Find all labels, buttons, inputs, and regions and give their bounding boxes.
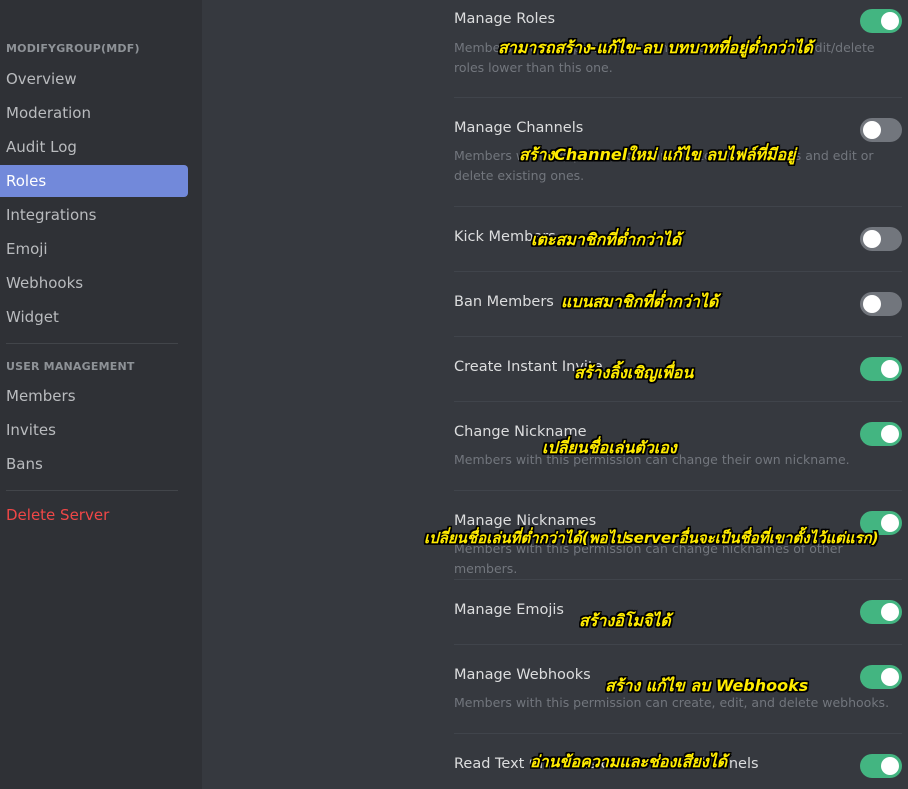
sidebar-divider [6,490,178,491]
row-divider [454,336,902,337]
delete-server-button[interactable]: Delete Server [0,499,188,531]
annotation-read-text-channels: อ่านข้อความและช่องเสียงได้ [530,752,728,771]
toggle-knob [881,12,899,30]
row-divider [454,644,902,645]
annotation-manage-webhooks: สร้าง แก้ไข ลบ Webhooks [605,676,809,695]
toggle-knob [881,360,899,378]
row-divider [454,579,902,580]
row-divider [454,401,902,402]
sidebar-item-members[interactable]: Members [0,380,188,412]
sidebar-item-bans[interactable]: Bans [0,448,188,480]
toggle-knob [881,757,899,775]
toggle-manage-emojis[interactable] [860,600,902,624]
permission-title-manage-channels: Manage Channels [454,120,584,136]
toggle-ban-members[interactable] [860,292,902,316]
toggle-knob [863,121,881,139]
sidebar-item-widget[interactable]: Widget [0,301,188,333]
annotation-manage-roles: สามารถสร้าง-แก้ไข-ลบ บทบาทที่อยู่ต่ำกว่า… [498,38,813,57]
toggle-knob [881,603,899,621]
toggle-knob [881,514,899,532]
row-divider [454,271,902,272]
toggle-manage-channels[interactable] [860,118,902,142]
annotation-manage-nicknames: เปลี่ยนชื่อเล่นที่ต่ำกว่าได้(พอไปserverอ… [424,529,879,547]
sidebar-item-webhooks[interactable]: Webhooks [0,267,188,299]
annotation-manage-channels: สร้างChannelใหม่ แก้ไข ลบไฟล์ที่มีอยู่ [519,145,796,164]
settings-sidebar: MODIFYGROUP(MDF) Overview Moderation Aud… [0,0,202,789]
toggle-create-instant-invite[interactable] [860,357,902,381]
annotation-create-instant-invite: สร้างลิ้งเชิญเพื่อน [574,363,694,382]
toggle-change-nickname[interactable] [860,422,902,446]
toggle-read-text-channels[interactable] [860,754,902,778]
permission-title-manage-emojis: Manage Emojis [454,602,564,618]
annotation-change-nickname: เปลี่ยนชื่อเล่นตัวเอง [542,438,677,457]
toggle-manage-roles[interactable] [860,9,902,33]
toggle-manage-webhooks[interactable] [860,665,902,689]
sidebar-item-integrations[interactable]: Integrations [0,199,188,231]
sidebar-item-emoji[interactable]: Emoji [0,233,188,265]
sidebar-divider [6,343,178,344]
toggle-knob [881,425,899,443]
toggle-knob [881,668,899,686]
sidebar-item-audit-log[interactable]: Audit Log [0,131,188,163]
server-section-header: MODIFYGROUP(MDF) [6,42,140,55]
row-divider [454,206,902,207]
toggle-kick-members[interactable] [860,227,902,251]
toggle-knob [863,295,881,313]
annotation-kick-members: เตะสมาชิกที่ต่ำกว่าได้ [531,230,682,249]
row-divider [454,733,902,734]
permission-title-manage-roles: Manage Roles [454,11,556,27]
sidebar-item-overview[interactable]: Overview [0,63,188,95]
row-divider [454,490,902,491]
row-divider [454,97,902,98]
toggle-knob [863,230,881,248]
sidebar-item-moderation[interactable]: Moderation [0,97,188,129]
user-management-header: USER MANAGEMENT [6,360,135,373]
annotation-ban-members: แบนสมาชิกที่ต่ำกว่าได้ [561,292,719,311]
annotation-manage-emojis: สร้างอิโมจิได้ [579,611,671,630]
permission-title-ban-members: Ban Members [454,294,554,310]
sidebar-item-invites[interactable]: Invites [0,414,188,446]
sidebar-item-roles[interactable]: Roles [0,165,188,197]
permission-title-manage-webhooks: Manage Webhooks [454,667,591,683]
